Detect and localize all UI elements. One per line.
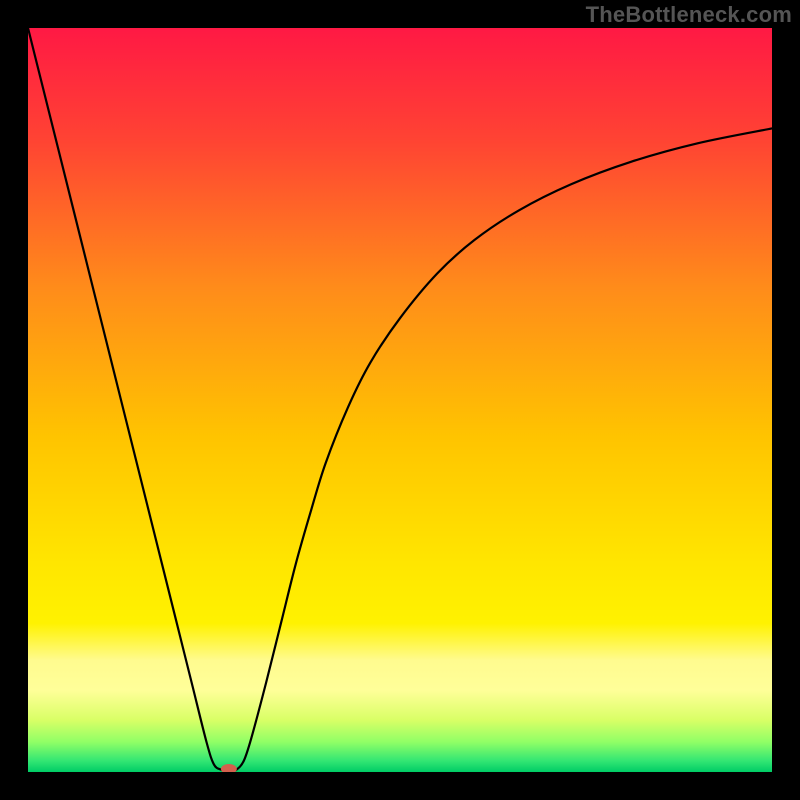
chart-svg	[28, 28, 772, 772]
watermark-text: TheBottleneck.com	[586, 2, 792, 28]
plot-area	[28, 28, 772, 772]
gradient-background	[28, 28, 772, 772]
chart-container: TheBottleneck.com	[0, 0, 800, 800]
